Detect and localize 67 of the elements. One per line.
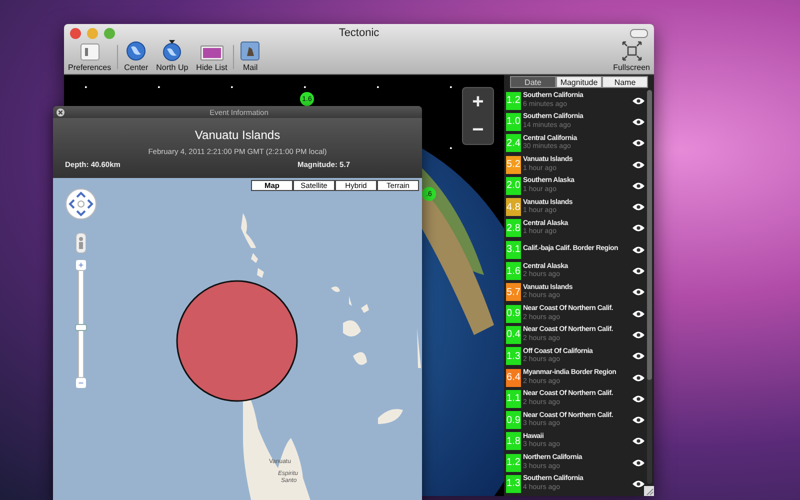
fullscreen-icon bbox=[622, 41, 642, 61]
magnitude-badge: 3.1 bbox=[506, 240, 521, 259]
magnitude-badge: 5.2 bbox=[506, 156, 521, 174]
eye-icon[interactable] bbox=[632, 96, 645, 105]
magnitude-badge: 1.0 bbox=[506, 112, 521, 131]
eye-icon[interactable] bbox=[632, 246, 645, 254]
sort-tab[interactable]: Magnitude bbox=[556, 76, 602, 88]
eye-icon[interactable] bbox=[632, 267, 645, 276]
zoom-out-button[interactable]: − bbox=[76, 378, 86, 388]
magnitude-badge: 1.3 bbox=[506, 347, 521, 366]
globe-icon bbox=[126, 41, 146, 61]
magnitude-badge: 0.9 bbox=[506, 411, 521, 430]
eye-icon[interactable] bbox=[632, 310, 645, 318]
magnitude-badge: 1.6 bbox=[506, 262, 521, 280]
eye-icon[interactable] bbox=[632, 374, 645, 382]
eye-icon[interactable] bbox=[632, 458, 645, 467]
toolbar-button[interactable]: Center bbox=[122, 41, 150, 72]
window-title: Tectonic bbox=[338, 27, 380, 39]
magnitude-badge: 5.7 bbox=[506, 283, 521, 302]
eye-icon[interactable] bbox=[632, 480, 645, 488]
close-button[interactable] bbox=[70, 28, 81, 38]
magnitude-badge: 1.2 bbox=[506, 92, 521, 110]
toolbar-toggle-button[interactable] bbox=[630, 28, 648, 38]
magnitude-badge: 1.8 bbox=[506, 432, 521, 450]
eye-icon[interactable] bbox=[632, 437, 645, 446]
zoom-in-button[interactable]: + bbox=[76, 260, 86, 270]
close-icon[interactable] bbox=[56, 108, 65, 116]
map-zoom-slider[interactable]: + − bbox=[75, 260, 87, 388]
event-place: Vanuatu Islands bbox=[194, 128, 280, 142]
sort-tab[interactable]: Date bbox=[510, 76, 556, 88]
magnitude-badge: 1.1 bbox=[506, 390, 521, 408]
toolbar-button[interactable]: Hide List bbox=[194, 45, 230, 72]
magnitude-badge: 6.4 bbox=[506, 368, 521, 386]
magnitude-badge: 1.2 bbox=[506, 454, 521, 472]
zoom-in-button[interactable]: + bbox=[463, 88, 493, 116]
globe-compass-icon bbox=[162, 39, 182, 61]
magnitude-badge: 2.4 bbox=[506, 134, 521, 152]
eye-icon[interactable] bbox=[632, 118, 645, 126]
stamp-icon bbox=[240, 41, 260, 61]
magnitude-badge: 2.8 bbox=[506, 219, 521, 238]
eye-icon[interactable] bbox=[632, 330, 645, 339]
magnitude-badge: 0.9 bbox=[506, 304, 521, 323]
switch-icon bbox=[80, 43, 100, 61]
eye-icon[interactable] bbox=[632, 160, 645, 169]
eye-icon[interactable] bbox=[632, 203, 645, 212]
toolbar-button[interactable]: North Up bbox=[154, 39, 190, 72]
zoom-out-button[interactable]: − bbox=[463, 116, 493, 144]
magnitude-badge: 2.0 bbox=[506, 176, 521, 195]
scrollbar[interactable] bbox=[647, 90, 652, 484]
magnitude-badge: 4.8 bbox=[506, 198, 521, 216]
toolbar-button[interactable]: Preferences bbox=[66, 43, 114, 72]
display-icon bbox=[200, 45, 224, 61]
resize-grip-icon[interactable] bbox=[644, 486, 654, 496]
slider-thumb[interactable] bbox=[75, 324, 87, 332]
eye-icon[interactable] bbox=[632, 288, 645, 296]
magnitude-badge: 1.3 bbox=[506, 474, 521, 493]
sort-tab[interactable]: Name bbox=[602, 76, 648, 88]
eye-icon[interactable] bbox=[632, 182, 645, 190]
eye-icon[interactable] bbox=[632, 352, 645, 360]
pan-control-icon[interactable] bbox=[65, 188, 97, 220]
eye-icon[interactable] bbox=[632, 394, 645, 403]
fullscreen-button[interactable]: Fullscreen bbox=[611, 41, 652, 72]
toolbar-button[interactable]: Mail bbox=[238, 41, 262, 72]
magnitude-badge: 0.4 bbox=[506, 326, 521, 344]
eye-icon[interactable] bbox=[632, 416, 645, 424]
eye-icon[interactable] bbox=[632, 224, 645, 232]
eye-icon[interactable] bbox=[632, 139, 645, 148]
